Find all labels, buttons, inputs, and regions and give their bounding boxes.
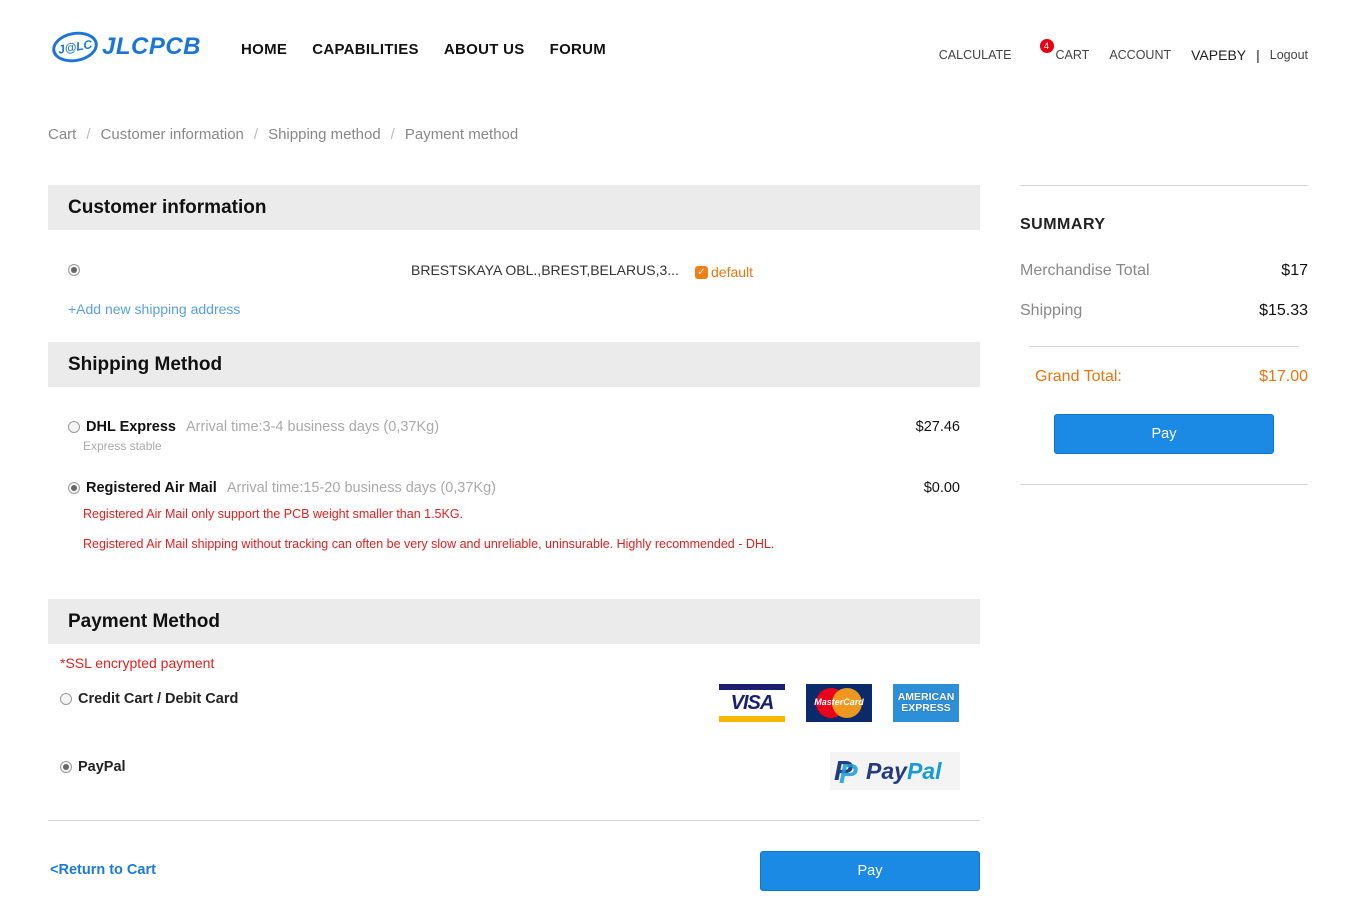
shipping-total-value: $15.33 [1259, 302, 1308, 319]
nav-about-us[interactable]: ABOUT US [444, 41, 525, 58]
breadcrumb-divider: / [253, 126, 259, 143]
nav-forum[interactable]: FORUM [550, 41, 607, 58]
shipping-total-row: Shipping $15.33 [1020, 302, 1308, 320]
logout-link[interactable]: Logout [1270, 48, 1308, 62]
summary-bottom-divider [1020, 484, 1308, 485]
breadcrumb-divider: / [86, 126, 91, 143]
payment-method-heading: Payment Method [48, 599, 980, 644]
breadcrumb-divider: / [390, 126, 395, 143]
calculate-link[interactable]: CALCULATE [939, 48, 1012, 62]
shipping-name: Registered Air Mail [86, 480, 217, 496]
summary-pay-button[interactable]: Pay [1054, 414, 1274, 454]
breadcrumb-cart[interactable]: Cart [48, 126, 76, 143]
ssl-note: *SSL encrypted payment [60, 655, 215, 671]
shipping-option-air-mail[interactable]: Registered Air Mail Arrival time:15-20 b… [68, 480, 960, 496]
add-shipping-address-link[interactable]: +Add new shipping address [68, 301, 240, 317]
address-row[interactable]: BRESTSKAYA OBL.,BREST,BELARUS,3... ✓ def… [68, 262, 960, 282]
visa-logo: VISA [719, 684, 785, 722]
mastercard-text: MasterCard [814, 697, 864, 707]
payment-option-paypal[interactable]: PayPal [60, 759, 126, 775]
username[interactable]: VAPEBY [1191, 47, 1246, 63]
merchandise-total-value: $17 [1281, 262, 1308, 279]
address-radio[interactable] [68, 264, 80, 276]
amex-line2: EXPRESS [901, 702, 951, 714]
shipping-name: DHL Express [86, 419, 176, 435]
grand-total-label: Grand Total: [1035, 368, 1122, 385]
air-mail-tracking-warning: Registered Air Mail shipping without tra… [83, 537, 775, 551]
paypal-radio[interactable] [60, 761, 72, 773]
paypal-option-label: PayPal [78, 759, 126, 775]
breadcrumb-payment-method: Payment method [404, 126, 519, 143]
logo-text: JLCPCB [102, 33, 202, 60]
card-radio[interactable] [60, 693, 72, 705]
cart-label: CART [1055, 48, 1090, 62]
shipping-arrival: Arrival time:15-20 business days (0,37Kg… [226, 480, 496, 496]
address-text: BRESTSKAYA OBL.,BREST,BELARUS,3... [411, 262, 679, 278]
breadcrumb-customer-information[interactable]: Customer information [101, 126, 244, 143]
logo-badge: J@LC [49, 28, 101, 66]
breadcrumb-shipping-method[interactable]: Shipping method [268, 126, 381, 143]
customer-information-heading: Customer information [48, 185, 980, 230]
air-mail-radio[interactable] [68, 482, 80, 494]
paypal-wordmark: PayPal [866, 757, 942, 784]
divider [48, 820, 980, 821]
pay-button[interactable]: Pay [760, 851, 980, 891]
paypal-p-icon: PP [834, 755, 858, 789]
shipping-total-label: Shipping [1020, 302, 1083, 319]
main-nav: HOME CAPABILITIES ABOUT US FORUM [241, 41, 606, 58]
default-label: default [711, 264, 754, 280]
default-badge: ✓ default [695, 264, 753, 280]
grand-total-row: Grand Total: $17.00 [1035, 368, 1308, 386]
separator: | [1256, 47, 1260, 63]
air-mail-weight-warning: Registered Air Mail only support the PCB… [83, 507, 464, 521]
user-menu: CALCULATE 4 CART ACCOUNT VAPEBY | Logout [939, 39, 1308, 63]
shipping-price: $27.46 [915, 419, 960, 435]
merchandise-total-row: Merchandise Total $17 [1020, 262, 1308, 280]
mastercard-circles-icon: MasterCard [814, 688, 864, 718]
cart-link[interactable]: 4 CART [1039, 39, 1090, 62]
cart-count-badge: 4 [1039, 39, 1054, 53]
summary-top-divider [1020, 185, 1308, 186]
amex-logo: AMERICAN EXPRESS [893, 684, 959, 722]
paypal-logo: PP PayPal [830, 752, 960, 790]
shipping-arrival: Arrival time:3-4 business days (0,37Kg) [186, 419, 440, 435]
merchandise-total-label: Merchandise Total [1020, 262, 1150, 279]
breadcrumb: Cart / Customer information / Shipping m… [48, 126, 518, 143]
account-link[interactable]: ACCOUNT [1109, 48, 1171, 62]
checkbox-icon: ✓ [695, 265, 708, 279]
jlcpcb-logo[interactable]: J@LC JLCPCB [49, 28, 202, 66]
shipping-option-dhl[interactable]: DHL Express Arrival time:3-4 business da… [68, 419, 960, 453]
payment-option-card[interactable]: Credit Cart / Debit Card [60, 691, 238, 707]
shipping-sub: Express stable [83, 439, 162, 453]
nav-home[interactable]: HOME [241, 41, 287, 58]
summary-divider [1030, 346, 1298, 347]
shipping-method-heading: Shipping Method [48, 342, 980, 387]
mastercard-logo: MasterCard [806, 684, 872, 722]
nav-capabilities[interactable]: CAPABILITIES [312, 41, 419, 58]
summary-title: SUMMARY [1020, 216, 1106, 233]
card-option-label: Credit Cart / Debit Card [78, 691, 239, 707]
dhl-radio[interactable] [68, 421, 80, 433]
shipping-price: $0.00 [923, 480, 960, 496]
grand-total-value: $17.00 [1259, 368, 1308, 385]
return-to-cart-link[interactable]: <Return to Cart [50, 862, 156, 878]
